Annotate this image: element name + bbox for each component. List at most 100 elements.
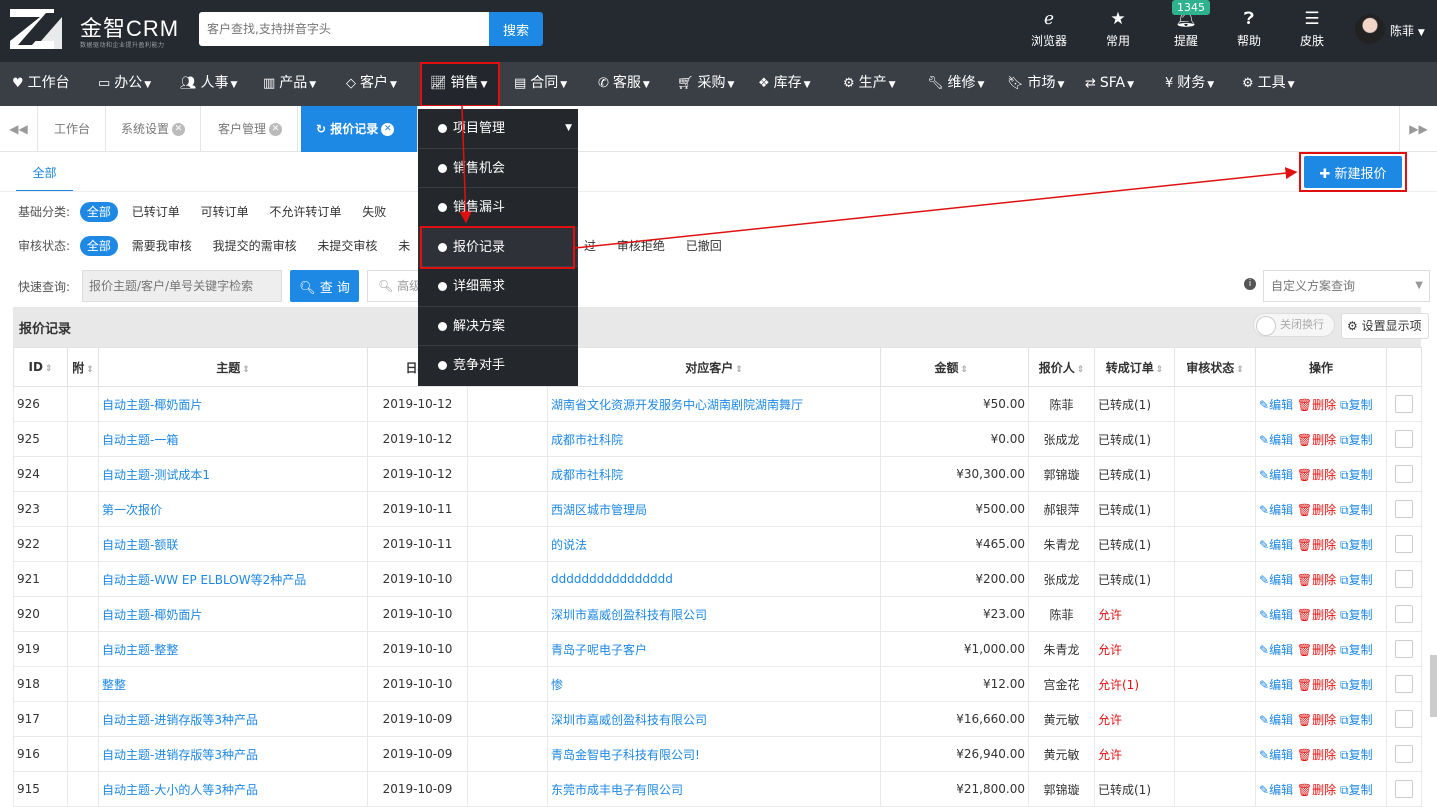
edit-link[interactable]: 编辑 — [1269, 608, 1293, 622]
edit-link[interactable]: 编辑 — [1269, 433, 1293, 447]
cell-customer[interactable]: 东莞市成丰电子有限公司 — [547, 771, 881, 807]
cell-customer[interactable]: 青岛金智电子科技有限公司! — [547, 736, 881, 772]
delete-link[interactable]: 删除 — [1312, 398, 1336, 412]
nav-workbench[interactable]: ♥ 工作台 — [12, 62, 70, 106]
row-checkbox[interactable] — [1395, 395, 1413, 413]
col-audit[interactable]: 审核状态 ⇕ — [1174, 347, 1256, 387]
quick-search-input[interactable] — [82, 270, 282, 302]
cell-subject[interactable]: 整整 — [98, 666, 368, 702]
copy-link[interactable]: 复制 — [1349, 748, 1373, 762]
edit-link[interactable]: 编辑 — [1269, 468, 1293, 482]
col-amount[interactable]: 金额 ⇕ — [880, 347, 1029, 387]
logo[interactable]: 金智CRM 数据驱动和企业提升盈利能力 — [10, 9, 180, 53]
tab-next-button[interactable]: ▶▶ — [1399, 106, 1437, 152]
filter-chip[interactable]: 审核拒绝 — [610, 236, 672, 256]
filter-chip[interactable]: 失败 — [355, 202, 393, 222]
edit-link[interactable]: 编辑 — [1269, 748, 1293, 762]
col-subject[interactable]: 主题 ⇕ — [98, 347, 368, 387]
table-row[interactable]: 918 整整 2019-10-10 惨 ¥12.00 宫金花 允许(1) ✎编辑 🗑︎删除 ⧉… — [13, 666, 1422, 702]
edit-link[interactable]: 编辑 — [1269, 503, 1293, 517]
refresh-icon[interactable]: ↻ — [316, 122, 326, 136]
nav-office[interactable]: ▭ 办公 ▼ — [98, 62, 151, 106]
filter-chip[interactable]: 已转订单 — [125, 202, 187, 222]
edit-link[interactable]: 编辑 — [1269, 398, 1293, 412]
cell-customer[interactable]: 惨 — [547, 666, 881, 702]
table-row[interactable]: 925 自动主题-一箱 2019-10-12 成都市社科院 ¥0.00 张成龙 已转成(1)… — [13, 421, 1422, 457]
filter-chip[interactable]: 需要我审核 — [125, 236, 199, 256]
tool-help[interactable]: ❓︎ 帮助 — [1221, 8, 1277, 52]
filter-chip[interactable]: 不允许转订单 — [262, 202, 348, 222]
cell-subject[interactable]: 自动主题-大小的人等3种产品 — [98, 771, 368, 807]
menu-item-funnel[interactable]: 销售漏斗 — [418, 188, 578, 228]
tool-favorites[interactable]: ★ 常用 — [1090, 8, 1146, 52]
row-checkbox[interactable] — [1395, 640, 1413, 658]
col-attach[interactable]: 附 ⇕ — [67, 347, 99, 387]
table-row[interactable]: 921 自动主题-WW EP ELBLOW等2种产品 2019-10-10 ddddd… — [13, 561, 1422, 597]
row-checkbox[interactable] — [1395, 535, 1413, 553]
col-id[interactable]: ID ⇕ — [13, 347, 68, 387]
cell-subject[interactable]: 自动主题-进销存版等3种产品 — [98, 701, 368, 737]
filter-chip[interactable]: 已撤回 — [679, 236, 729, 256]
col-customer[interactable]: 对应客户 ⇕ — [547, 347, 881, 387]
nav-hr[interactable]: 👥︎ 人事 ▼ — [180, 62, 237, 106]
edit-link[interactable]: 编辑 — [1269, 678, 1293, 692]
nav-customers[interactable]: ◇ 客户 ▼ — [346, 62, 397, 106]
cell-customer[interactable]: 的说法 — [547, 526, 881, 562]
cell-customer[interactable]: 深圳市嘉威创盈科技有限公司 — [547, 596, 881, 632]
tool-skin[interactable]: ☰ 皮肤 — [1284, 8, 1340, 52]
delete-link[interactable]: 删除 — [1312, 678, 1336, 692]
row-checkbox[interactable] — [1395, 605, 1413, 623]
tab-workbench[interactable]: 工作台 — [39, 106, 107, 152]
table-row[interactable]: 917 自动主题-进销存版等3种产品 2019-10-09 深圳市嘉威创盈科技有限公司… — [13, 701, 1422, 737]
close-icon[interactable]: ✕ — [172, 123, 186, 136]
table-row[interactable]: 926 自动主题-椰奶面片 2019-10-12 湖南省文化资源开发服务中心湖南剧院湖… — [13, 386, 1422, 422]
cell-customer[interactable]: dddddddddddddddd — [547, 561, 881, 597]
row-checkbox[interactable] — [1395, 430, 1413, 448]
scrollbar-thumb[interactable] — [1430, 655, 1437, 717]
edit-link[interactable]: 编辑 — [1269, 713, 1293, 727]
cell-subject[interactable]: 自动主题-整整 — [98, 631, 368, 667]
cell-customer[interactable]: 成都市社科院 — [547, 421, 881, 457]
search-button[interactable]: 搜索 — [489, 12, 543, 46]
nav-repair[interactable]: 🔧︎ 维修 ▼ — [927, 62, 984, 106]
delete-link[interactable]: 删除 — [1312, 643, 1336, 657]
table-row[interactable]: 920 自动主题-椰奶面片 2019-10-10 深圳市嘉威创盈科技有限公司 ¥23.0… — [13, 596, 1422, 632]
row-checkbox[interactable] — [1395, 500, 1413, 518]
cell-subject[interactable]: 自动主题-椰奶面片 — [98, 596, 368, 632]
delete-link[interactable]: 删除 — [1312, 608, 1336, 622]
copy-link[interactable]: 复制 — [1349, 433, 1373, 447]
cell-customer[interactable]: 成都市社科院 — [547, 456, 881, 492]
nav-inventory[interactable]: ❖ 库存 ▼ — [758, 62, 811, 106]
delete-link[interactable]: 删除 — [1312, 468, 1336, 482]
tab-prev-button[interactable]: ◀◀ — [0, 106, 38, 152]
copy-link[interactable]: 复制 — [1349, 573, 1373, 587]
cell-customer[interactable]: 青岛子呢电子客户 — [547, 631, 881, 667]
tool-browser[interactable]: ℯ 浏览器 — [1021, 8, 1077, 52]
subtab-all[interactable]: 全部 — [16, 160, 73, 192]
table-row[interactable]: 919 自动主题-整整 2019-10-10 青岛子呢电子客户 ¥1,000.00 朱青龙… — [13, 631, 1422, 667]
row-checkbox[interactable] — [1395, 710, 1413, 728]
filter-chip[interactable]: 全部 — [79, 202, 118, 222]
filter-chip[interactable]: 我提交的需审核 — [206, 236, 304, 256]
table-row[interactable]: 924 自动主题-测试成本1 2019-10-12 成都市社科院 ¥30,300.00 郭… — [13, 456, 1422, 492]
nav-sfa[interactable]: ⇄ SFA ▼ — [1085, 62, 1134, 106]
delete-link[interactable]: 删除 — [1312, 713, 1336, 727]
close-icon[interactable]: ✕ — [269, 123, 283, 136]
copy-link[interactable]: 复制 — [1349, 538, 1373, 552]
table-row[interactable]: 915 自动主题-大小的人等3种产品 2019-10-09 东莞市成丰电子有限公司 ¥2… — [13, 771, 1422, 807]
nav-contracts[interactable]: ▤ 合同 ▼ — [514, 62, 567, 106]
delete-link[interactable]: 删除 — [1312, 433, 1336, 447]
copy-link[interactable]: 复制 — [1349, 678, 1373, 692]
cell-subject[interactable]: 第一次报价 — [98, 491, 368, 527]
filter-chip[interactable]: 全部 — [79, 236, 118, 256]
menu-item-requirement[interactable]: 详细需求 — [418, 267, 578, 307]
tab-system-settings[interactable]: 系统设置 ✕ — [106, 106, 202, 152]
tab-quotation-records[interactable]: ↻ 报价记录 ✕ — [301, 106, 418, 152]
query-button[interactable]: 🔍︎ 查 询 — [290, 270, 359, 302]
row-checkbox[interactable] — [1395, 465, 1413, 483]
nav-products[interactable]: ▥ 产品 ▼ — [263, 62, 316, 106]
nav-service[interactable]: ✆ 客服 ▼ — [598, 62, 650, 106]
cell-customer[interactable]: 深圳市嘉威创盈科技有限公司 — [547, 701, 881, 737]
close-icon[interactable]: ✕ — [381, 123, 395, 136]
search-input[interactable] — [199, 12, 489, 46]
